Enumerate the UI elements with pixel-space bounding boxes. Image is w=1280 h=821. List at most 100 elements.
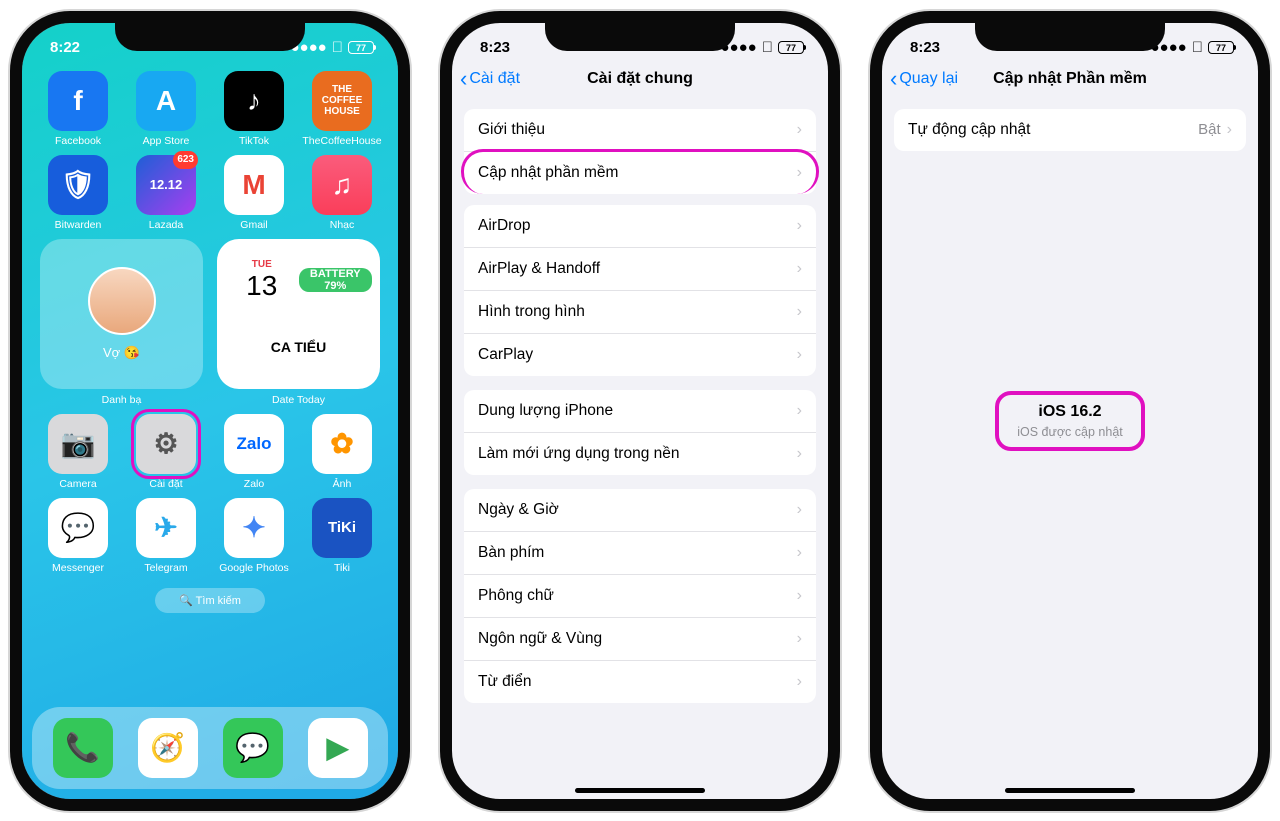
app-grid-row2: 🛡Bitwarden 62312.12Lazada MGmail ♫Nhạc [22,147,398,231]
date-cell: TUE13 [225,259,299,302]
app-messenger[interactable]: 💬Messenger [36,498,120,574]
app-tiktok[interactable]: ♪TikTok [212,71,296,147]
date-widget-label: Date Today [217,394,380,406]
list-group-auto: Tự động cập nhật Bật › [894,109,1246,151]
back-button[interactable]: ‹Cài đặt [460,68,520,90]
row-language[interactable]: Ngôn ngữ & Vùng› [464,618,816,661]
row-airplay[interactable]: AirPlay & Handoff› [464,248,816,291]
messenger-icon: 💬 [48,498,108,558]
settings-screen: 8:23 ●●●● 􀙇 77 ‹Cài đặt Cài đặt chung Gi… [452,23,828,799]
home-indicator[interactable] [1005,788,1135,793]
chevron-right-icon: › [797,121,802,139]
app-settings[interactable]: ⚙Cài đặt [124,414,208,490]
ios-version: iOS 16.2 [1017,403,1123,421]
date-widget[interactable]: TUE13 BATTERY79% CA TIỂU [217,239,380,389]
status-time: 8:23 [910,39,940,56]
app-zalo[interactable]: ZaloZalo [212,414,296,490]
status-right: ●●●● 􀙇 77 [1151,39,1235,56]
nav-bar: ‹Cài đặt Cài đặt chung [452,63,828,95]
app-grid-row1: fFacebook AApp Store ♪TikTok THECOFFEEHO… [22,63,398,147]
phone-home: 8:22 ●●●● 􀙇 77 fFacebook AApp Store ♪Tik… [10,11,410,811]
app-googlephotos[interactable]: ✦Google Photos [212,498,296,574]
home-indicator[interactable] [575,788,705,793]
chevron-right-icon: › [797,260,802,278]
row-auto-update[interactable]: Tự động cập nhật Bật › [894,109,1246,151]
battery-icon: 77 [348,41,374,54]
battery-cell: BATTERY79% [299,268,373,292]
chevron-left-icon: ‹ [460,68,467,90]
dock-chat[interactable]: ▶ [308,718,368,778]
row-airdrop[interactable]: AirDrop› [464,205,816,248]
app-coffeehouse[interactable]: THECOFFEEHOUSETheCoffeeHouse [300,71,384,147]
row-keyboard[interactable]: Bàn phím› [464,532,816,575]
chevron-right-icon: › [797,217,802,235]
app-grid-row3: 📷Camera ⚙Cài đặt ZaloZalo ✿Ảnh [22,406,398,490]
badge: 623 [173,151,198,169]
status-time: 8:22 [50,39,80,56]
chevron-left-icon: ‹ [890,68,897,90]
appstore-icon: A [136,71,196,131]
contact-avatar [88,267,156,335]
notch [975,21,1165,51]
app-bitwarden[interactable]: 🛡Bitwarden [36,155,120,231]
contact-widget[interactable]: Vợ 😘 [40,239,203,389]
app-tiki[interactable]: TiKiTiki [300,498,384,574]
app-gmail[interactable]: MGmail [212,155,296,231]
search-button[interactable]: 🔍 Tìm kiếm [155,588,265,613]
gmail-icon: M [224,155,284,215]
wifi-icon: 􀙇 [1192,39,1203,56]
wifi-icon: 􀙇 [762,39,773,56]
phone-general-settings: 8:23 ●●●● 􀙇 77 ‹Cài đặt Cài đặt chung Gi… [440,11,840,811]
chevron-right-icon: › [797,544,802,562]
list-group-2: AirDrop› AirPlay & Handoff› Hình trong h… [464,205,816,376]
row-datetime[interactable]: Ngày & Giờ› [464,489,816,532]
phone-software-update: 8:23 ●●●● 􀙇 77 ‹Quay lại Cập nhật Phần m… [870,11,1270,811]
chevron-right-icon: › [797,164,802,182]
tiki-icon: TiKi [312,498,372,558]
chevron-right-icon: › [797,501,802,519]
row-software-update[interactable]: Cập nhật phần mềm› [461,149,819,194]
row-carplay[interactable]: CarPlay› [464,334,816,376]
row-dictionary[interactable]: Từ điển› [464,661,816,703]
app-lazada[interactable]: 62312.12Lazada [124,155,208,231]
telegram-icon: ✈ [136,498,196,558]
app-camera[interactable]: 📷Camera [36,414,120,490]
chevron-right-icon: › [797,673,802,691]
app-grid-row4: 💬Messenger ✈Telegram ✦Google Photos TiKi… [22,490,398,574]
app-appstore[interactable]: AApp Store [124,71,208,147]
update-status-area: iOS 16.2 iOS được cập nhật [882,151,1258,451]
dock-safari[interactable]: 🧭 [138,718,198,778]
chevron-right-icon: › [797,630,802,648]
list-group-3: Dung lượng iPhone› Làm mới ứng dụng tron… [464,390,816,475]
back-button[interactable]: ‹Quay lại [890,68,958,90]
app-photos[interactable]: ✿Ảnh [300,414,384,490]
row-bgrefresh[interactable]: Làm mới ứng dụng trong nền› [464,433,816,475]
app-music[interactable]: ♫Nhạc [300,155,384,231]
battery-icon: 77 [778,41,804,54]
chevron-right-icon: › [797,445,802,463]
app-facebook[interactable]: fFacebook [36,71,120,147]
row-pip[interactable]: Hình trong hình› [464,291,816,334]
music-icon: ♫ [312,155,372,215]
dock-messages[interactable]: 💬 [223,718,283,778]
row-storage[interactable]: Dung lượng iPhone› [464,390,816,433]
coffeehouse-icon: THECOFFEEHOUSE [312,71,372,131]
chevron-right-icon: › [797,346,802,364]
list-group-4: Ngày & Giờ› Bàn phím› Phông chữ› Ngôn ng… [464,489,816,703]
home-screen: 8:22 ●●●● 􀙇 77 fFacebook AApp Store ♪Tik… [22,23,398,799]
row-fonts[interactable]: Phông chữ› [464,575,816,618]
contact-name: Vợ 😘 [103,345,140,361]
chevron-right-icon: › [797,303,802,321]
ios-status: iOS được cập nhật [1017,425,1123,439]
contact-widget-wrap: Vợ 😘 Danh bạ [40,239,203,406]
dock-phone[interactable]: 📞 [53,718,113,778]
page-title: Cài đặt chung [587,70,693,88]
bitwarden-icon: 🛡 [48,155,108,215]
facebook-icon: f [48,71,108,131]
settings-icon: ⚙ [136,414,196,474]
app-telegram[interactable]: ✈Telegram [124,498,208,574]
row-about[interactable]: Giới thiệu› [464,109,816,152]
dock: 📞 🧭 💬 ▶ [32,707,388,789]
zalo-icon: Zalo [224,414,284,474]
chevron-right-icon: › [1227,121,1232,139]
